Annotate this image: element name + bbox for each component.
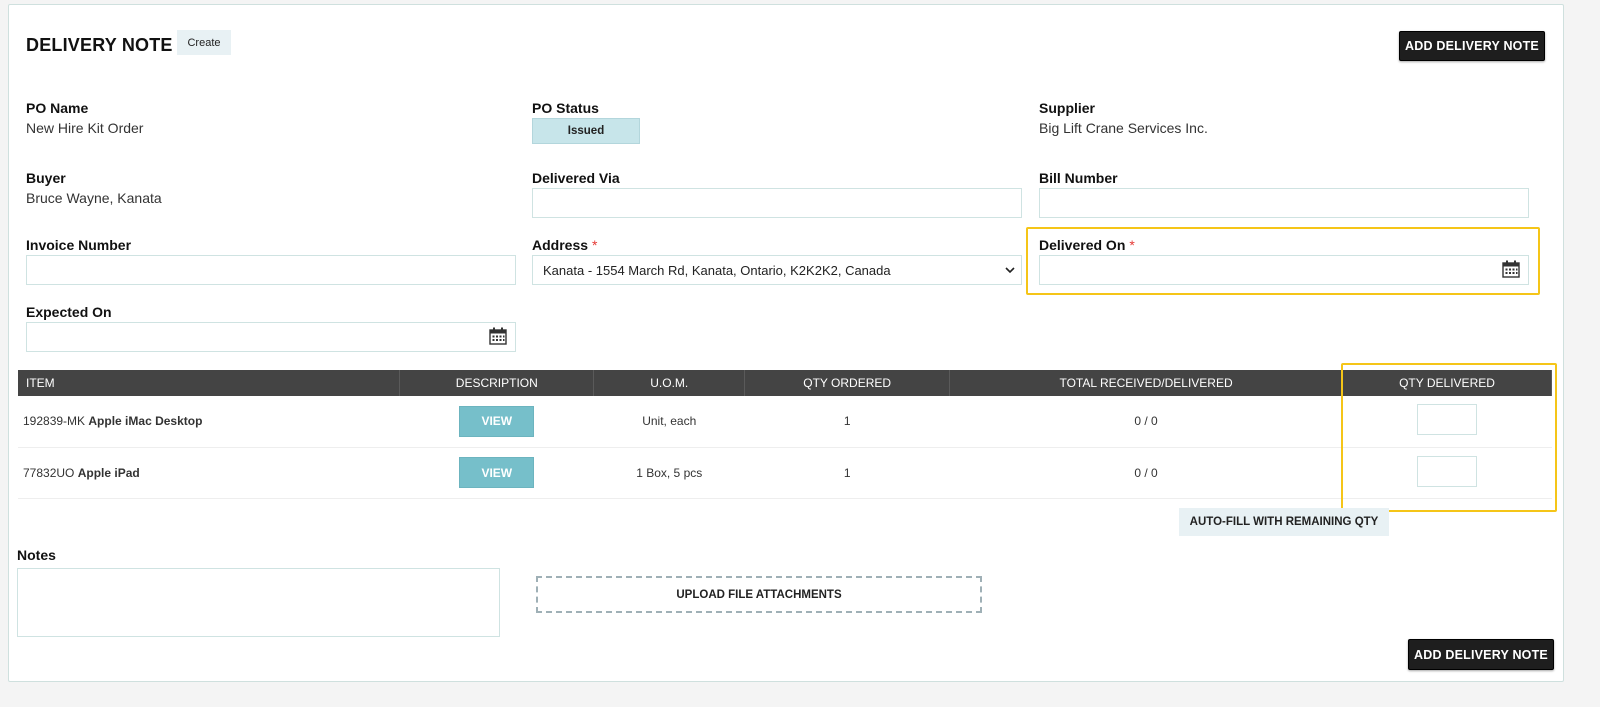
autofill-remaining-qty-button[interactable]: AUTO-FILL WITH REMAINING QTY xyxy=(1179,508,1389,536)
po-status-badge: Issued xyxy=(532,118,640,144)
table-header-row: ITEM DESCRIPTION U.O.M. QTY ORDERED TOTA… xyxy=(18,370,1552,396)
bill-number-label: Bill Number xyxy=(1039,170,1118,186)
item-cell: 77832UO Apple iPad xyxy=(18,447,400,499)
calendar-icon[interactable] xyxy=(1501,259,1521,279)
required-mark: * xyxy=(1129,237,1135,253)
address-selected-value: Kanata - 1554 March Rd, Kanata, Ontario,… xyxy=(543,262,891,278)
mode-badge: Create xyxy=(177,30,231,55)
received-cell: 0 / 0 xyxy=(949,447,1343,499)
col-uom: U.O.M. xyxy=(593,370,746,396)
add-delivery-note-button-top[interactable]: ADD DELIVERY NOTE xyxy=(1399,31,1545,61)
expected-on-input[interactable] xyxy=(26,322,516,352)
view-description-button[interactable]: VIEW xyxy=(459,405,535,437)
description-cell: VIEW xyxy=(399,396,594,448)
item-code: 192839-MK xyxy=(23,414,86,429)
col-item: ITEM xyxy=(18,370,401,396)
invoice-number-input[interactable] xyxy=(26,255,516,285)
uom-cell: Unit, each xyxy=(593,396,745,448)
item-name: Apple iPad xyxy=(77,465,140,480)
po-status-label: PO Status xyxy=(532,100,599,116)
required-mark: * xyxy=(592,237,598,253)
qty-ordered-cell: 1 xyxy=(744,396,950,448)
col-description: DESCRIPTION xyxy=(399,370,595,396)
delivered-on-label-text: Delivered On xyxy=(1039,237,1126,253)
po-name-label: PO Name xyxy=(26,100,89,116)
delivery-note-card: DELIVERY NOTE Create ADD DELIVERY NOTE P… xyxy=(8,4,1564,682)
col-total-received: TOTAL RECEIVED/DELIVERED xyxy=(949,370,1343,396)
delivered-via-label: Delivered Via xyxy=(532,170,620,186)
buyer-label: Buyer xyxy=(26,170,66,186)
address-label-text: Address xyxy=(532,237,589,253)
col-qty-ordered: QTY ORDERED xyxy=(744,370,951,396)
buyer-value: Bruce Wayne, Kanata xyxy=(26,190,162,206)
add-delivery-note-button-bottom[interactable]: ADD DELIVERY NOTE xyxy=(1408,639,1554,670)
delivered-on-label: Delivered On * xyxy=(1039,237,1135,253)
address-label: Address * xyxy=(532,237,597,253)
chevron-down-icon xyxy=(1005,267,1015,274)
expected-on-label: Expected On xyxy=(26,304,112,320)
view-description-button[interactable]: VIEW xyxy=(459,457,535,488)
items-table: ITEM DESCRIPTION U.O.M. QTY ORDERED TOTA… xyxy=(18,370,1552,499)
upload-attachments-button[interactable]: UPLOAD FILE ATTACHMENTS xyxy=(536,576,982,613)
po-name-value: New Hire Kit Order xyxy=(26,120,144,136)
notes-label: Notes xyxy=(17,547,56,563)
item-cell: 192839-MK Apple iMac Desktop xyxy=(18,396,400,448)
address-select[interactable]: Kanata - 1554 March Rd, Kanata, Ontario,… xyxy=(532,255,1022,285)
calendar-icon[interactable] xyxy=(488,326,508,346)
item-code: 77832UO xyxy=(23,465,75,480)
qty-ordered-cell: 1 xyxy=(744,447,950,499)
received-cell: 0 / 0 xyxy=(949,396,1343,448)
delivered-on-input[interactable] xyxy=(1039,255,1529,285)
qty-delivered-highlight xyxy=(1341,363,1557,512)
table-row: 192839-MK Apple iMac Desktop VIEW Unit, … xyxy=(18,396,1552,448)
description-cell: VIEW xyxy=(399,447,594,499)
page-title: DELIVERY NOTE xyxy=(26,35,173,55)
delivered-via-input[interactable] xyxy=(532,188,1022,218)
uom-cell: 1 Box, 5 pcs xyxy=(593,447,745,499)
item-name: Apple iMac Desktop xyxy=(88,414,203,429)
table-row: 77832UO Apple iPad VIEW 1 Box, 5 pcs 1 0… xyxy=(18,447,1552,499)
supplier-label: Supplier xyxy=(1039,100,1096,116)
notes-textarea[interactable] xyxy=(17,568,500,637)
invoice-number-label: Invoice Number xyxy=(26,237,132,253)
bill-number-input[interactable] xyxy=(1039,188,1529,218)
supplier-value: Big Lift Crane Services Inc. xyxy=(1039,120,1208,136)
